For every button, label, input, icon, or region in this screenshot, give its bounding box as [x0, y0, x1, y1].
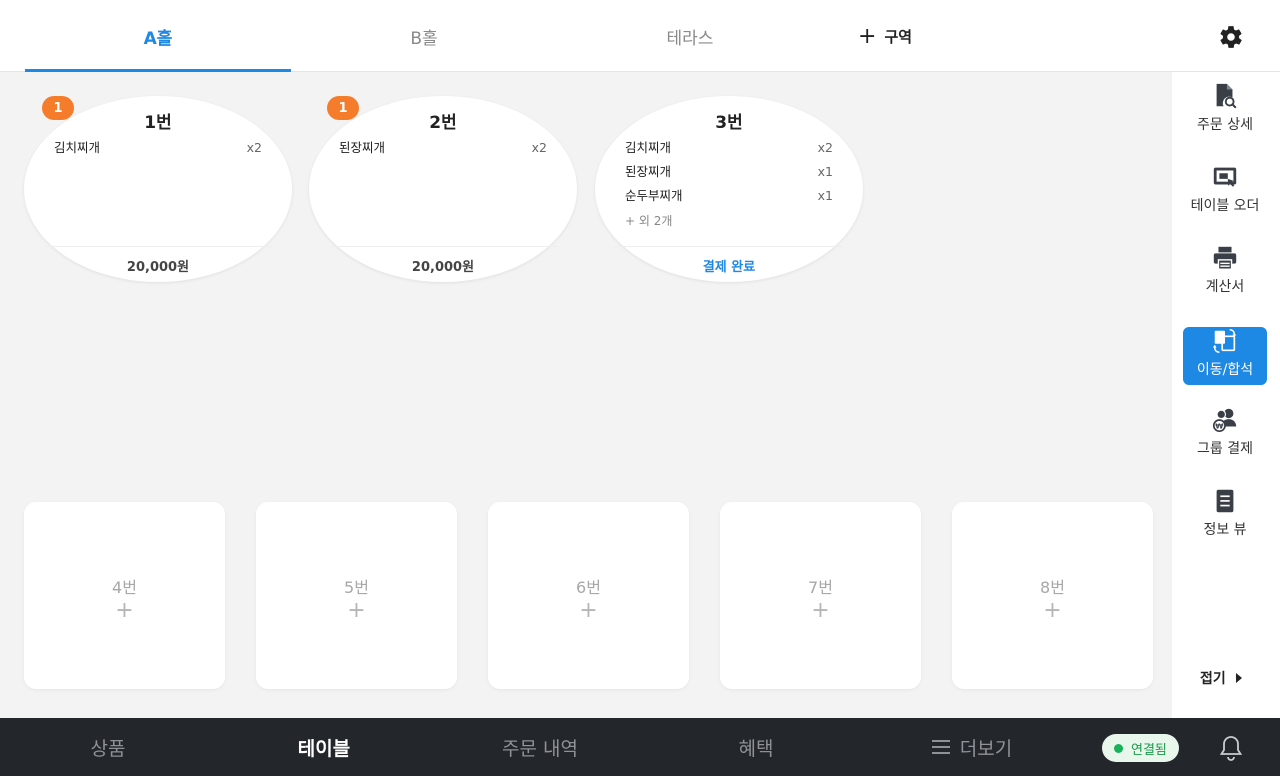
- empty-table-5[interactable]: 5번 +: [256, 502, 457, 689]
- tab-a-hall[interactable]: A홀: [25, 0, 291, 72]
- table-name: 7번: [808, 578, 833, 597]
- empty-table-7[interactable]: 7번 +: [720, 502, 921, 689]
- table-total: 20,000원: [329, 246, 557, 275]
- item-name: 된장찌개: [339, 140, 386, 155]
- group-payment-icon: ₩: [1212, 408, 1237, 433]
- table-name: 2번: [429, 113, 457, 133]
- table-name: 5번: [344, 578, 369, 597]
- empty-table-8[interactable]: 8번 +: [952, 502, 1153, 689]
- add-zone-label: 구역: [884, 27, 913, 46]
- nav-more[interactable]: 더보기: [864, 718, 1080, 776]
- side-item-label: 정보 뷰: [1203, 522, 1247, 538]
- order-items: 김치찌개 x2: [54, 140, 262, 164]
- payment-complete-status: 결제 완료: [615, 246, 843, 275]
- document-search-icon: [1216, 83, 1237, 109]
- chevron-right-icon: [1235, 673, 1242, 683]
- bottom-nav: 상품 테이블 주문 내역 혜택 더보기: [0, 718, 1280, 776]
- tab-b-hall[interactable]: B홀: [291, 0, 557, 72]
- receipt-button[interactable]: 계산서: [1183, 244, 1267, 302]
- order-item: 순두부찌개 x1: [625, 188, 833, 212]
- side-item-label: 그룹 결제: [1197, 441, 1253, 457]
- add-zone-button[interactable]: + 구역: [858, 0, 912, 72]
- plus-icon: +: [858, 23, 877, 49]
- nav-tables[interactable]: 테이블: [216, 718, 432, 776]
- item-name: 된장찌개: [625, 164, 672, 179]
- item-qty: x2: [246, 140, 262, 155]
- plus-icon: +: [115, 598, 134, 623]
- table-name: 1번: [144, 113, 172, 133]
- status-dot-icon: [1114, 743, 1123, 753]
- plus-icon: +: [1043, 598, 1062, 623]
- side-item-label: 테이블 오더: [1190, 198, 1260, 214]
- empty-table-4[interactable]: 4번 +: [24, 502, 225, 689]
- side-item-label: 계산서: [1205, 279, 1245, 295]
- svg-text:₩: ₩: [1215, 421, 1224, 430]
- side-item-label: 주문 상세: [1197, 117, 1253, 133]
- item-qty: x2: [817, 140, 833, 155]
- more-items-label: + 외 2개: [625, 214, 673, 228]
- nav-benefits[interactable]: 혜택: [648, 718, 864, 776]
- move-merge-button[interactable]: 이동/합석: [1183, 327, 1267, 385]
- info-view-icon: [1216, 489, 1234, 513]
- plus-icon: +: [811, 598, 830, 623]
- order-items: 김치찌개 x2 된장찌개 x1 순두부찌개 x1 + 외 2개: [625, 140, 833, 229]
- item-qty: x1: [817, 164, 833, 179]
- table-name: 8번: [1040, 578, 1065, 597]
- order-item: 김치찌개 x2: [54, 140, 262, 164]
- gear-icon[interactable]: [1218, 24, 1244, 50]
- item-qty: x1: [817, 188, 833, 203]
- item-name: 김치찌개: [54, 140, 101, 155]
- menu-icon: [931, 740, 950, 754]
- bell-icon[interactable]: [1219, 734, 1243, 762]
- order-items: 된장찌개 x2: [339, 140, 547, 164]
- order-detail-button[interactable]: 주문 상세: [1183, 82, 1267, 140]
- item-name: 김치찌개: [625, 140, 672, 155]
- table-order-button[interactable]: 테이블 오더: [1183, 163, 1267, 221]
- nav-order-history[interactable]: 주문 내역: [432, 718, 648, 776]
- group-payment-button[interactable]: ₩ 그룹 결제: [1183, 406, 1267, 464]
- side-item-label: 이동/합석: [1196, 362, 1254, 378]
- table-card-1[interactable]: 1 1번 김치찌개 x2 20,000원: [24, 96, 292, 282]
- move-merge-icon: [1212, 329, 1237, 353]
- connection-status-badge: 연결됨: [1102, 734, 1179, 762]
- tab-terrace[interactable]: 테라스: [557, 0, 823, 72]
- order-item: 된장찌개 x1: [625, 164, 833, 188]
- info-view-button[interactable]: 정보 뷰: [1183, 487, 1267, 545]
- item-qty: x2: [531, 140, 547, 155]
- table-card-3[interactable]: 3번 김치찌개 x2 된장찌개 x1 순두부찌개 x1 + 외 2개 결제 완료: [595, 96, 863, 282]
- order-item: 된장찌개 x2: [339, 140, 547, 164]
- table-name: 6번: [576, 578, 601, 597]
- order-item: 김치찌개 x2: [625, 140, 833, 164]
- printer-icon: [1213, 246, 1237, 270]
- collapse-label: 접기: [1200, 671, 1226, 687]
- table-total: 20,000원: [44, 246, 272, 275]
- side-action-panel: 주문 상세 테이블 오더 계산서 이동/합석 ₩ 그룹 결제 정보 뷰 접기: [1172, 72, 1280, 718]
- collapse-panel-button[interactable]: 접기: [1200, 668, 1242, 688]
- zone-tab-bar: A홀 B홀 테라스 + 구역: [0, 0, 1280, 72]
- table-card-2[interactable]: 1 2번 된장찌개 x2 20,000원: [309, 96, 577, 282]
- tablet-order-icon: [1213, 167, 1237, 187]
- table-name: 3번: [715, 113, 743, 133]
- table-name: 4번: [112, 578, 137, 597]
- item-name: 순두부찌개: [625, 188, 683, 203]
- connection-status-label: 연결됨: [1131, 742, 1167, 758]
- plus-icon: +: [347, 598, 366, 623]
- nav-more-label: 더보기: [959, 737, 1013, 760]
- nav-products[interactable]: 상품: [0, 718, 216, 776]
- plus-icon: +: [579, 598, 598, 623]
- empty-table-6[interactable]: 6번 +: [488, 502, 689, 689]
